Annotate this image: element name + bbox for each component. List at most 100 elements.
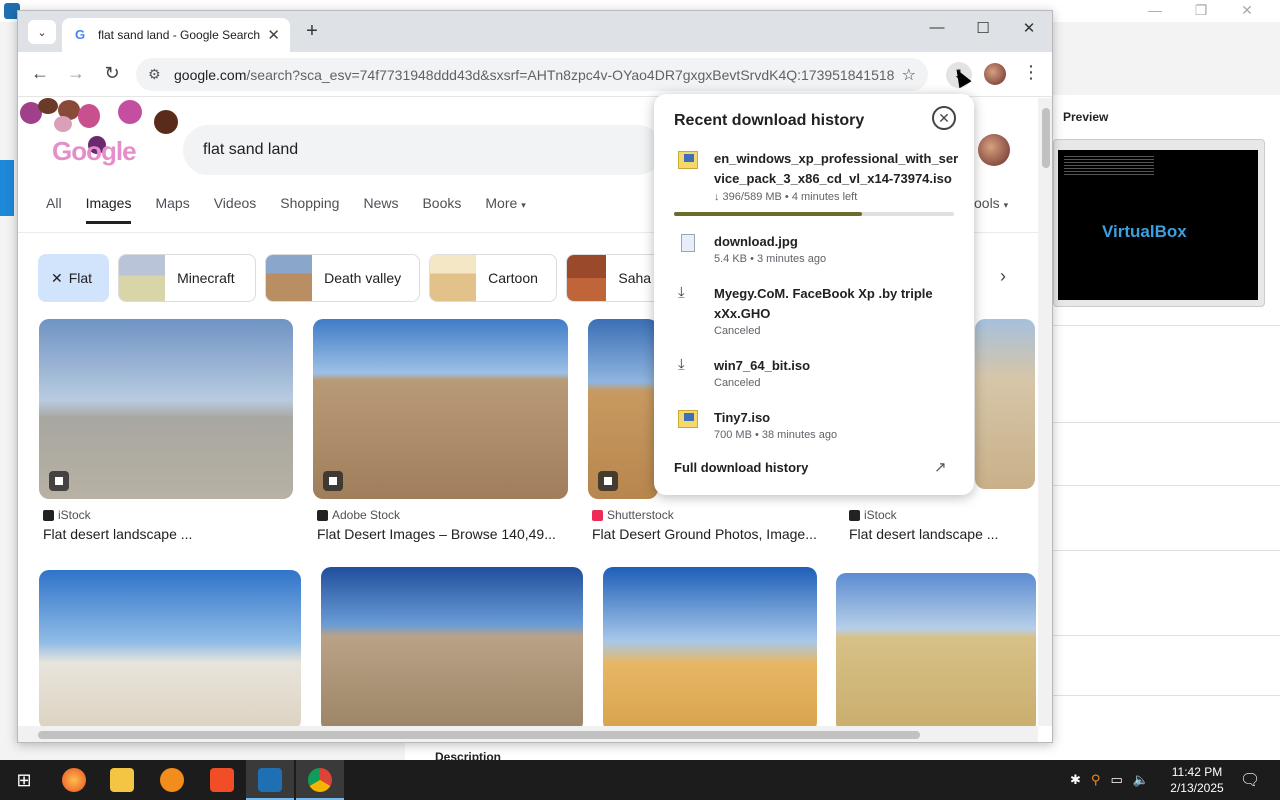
tab-shopping[interactable]: Shopping (280, 195, 339, 224)
search-icon[interactable]: ⚲ (1091, 772, 1101, 788)
download-item[interactable]: ⤓ Myegy.CoM. FaceBook Xp .by triple xXx.… (674, 284, 964, 340)
chip-minecraft[interactable]: Minecraft (118, 254, 257, 302)
result-image[interactable] (321, 567, 583, 726)
search-query: flat sand land (203, 141, 299, 158)
download-filename[interactable]: en_windows_xp_professional_with_service_… (714, 149, 959, 189)
site-info-icon[interactable]: ⚙ (148, 66, 168, 83)
result-source[interactable]: Shutterstock (592, 508, 674, 522)
chip-sahara[interactable]: Saha (566, 254, 667, 302)
download-item[interactable]: Tiny7.iso 700 MB • 38 minutes ago (674, 408, 964, 448)
download-filename[interactable]: download.jpg (714, 232, 959, 252)
url-text[interactable]: google.com/search?sca_esv=74f7731948ddd4… (174, 67, 894, 83)
image-result[interactable] (321, 567, 583, 726)
chip-cartoon[interactable]: Cartoon (429, 254, 558, 302)
result-title[interactable]: Flat Desert Images – Browse 140,49... (317, 526, 567, 542)
adobe-stock-icon (317, 509, 328, 521)
image-result[interactable] (836, 573, 1036, 726)
start-button[interactable]: ⊞ (0, 760, 48, 800)
divider (1053, 422, 1280, 423)
result-source[interactable]: iStock (849, 508, 897, 522)
tab-google-search[interactable]: G flat sand land - Google Search ✕ (62, 18, 290, 52)
image-result[interactable]: Adobe Stock Flat Desert Images – Browse … (313, 319, 573, 544)
folder-icon (110, 768, 134, 792)
close-icon[interactable]: ✕ (51, 270, 63, 287)
restore-icon[interactable]: ❐ (1178, 2, 1224, 19)
caret-down-icon: ▾ (521, 200, 526, 210)
taskbar-firefox[interactable] (50, 760, 98, 800)
minimize-button[interactable]: — (914, 19, 960, 36)
notifications-button[interactable]: 🗨 (1240, 760, 1260, 800)
forward-button[interactable]: → (64, 63, 88, 84)
result-image[interactable] (313, 319, 568, 499)
image-result[interactable]: iStock Flat desert landscape ... (39, 319, 294, 544)
tab-videos[interactable]: Videos (214, 195, 257, 224)
download-filename[interactable]: Tiny7.iso (714, 408, 959, 428)
download-filename[interactable]: Myegy.CoM. FaceBook Xp .by triple xXx.GH… (714, 284, 959, 324)
horizontal-scrollbar[interactable] (18, 726, 1038, 742)
full-download-history-link[interactable]: Full download history (674, 460, 808, 475)
close-window-button[interactable]: ✕ (1006, 19, 1052, 37)
google-doodle-logo[interactable]: Google (18, 98, 183, 168)
taskbar-search-app[interactable] (148, 760, 196, 800)
search-input[interactable]: flat sand land (183, 125, 663, 175)
result-image[interactable] (836, 573, 1036, 726)
chrome-window: ⌄ G flat sand land - Google Search ✕ + —… (17, 10, 1053, 743)
image-result[interactable] (39, 570, 301, 726)
tab-images[interactable]: Images (85, 195, 132, 224)
chevron-right-icon[interactable]: › (1000, 266, 1006, 287)
reload-button[interactable]: ↻ (100, 63, 124, 84)
result-title[interactable]: Flat Desert Ground Photos, Image... (592, 526, 837, 542)
firefox-icon (62, 768, 86, 792)
result-title[interactable]: Flat desert landscape ... (849, 526, 1034, 542)
chip-flat[interactable]: ✕ Flat (38, 254, 110, 302)
download-filename[interactable]: win7_64_bit.iso (714, 356, 959, 376)
account-avatar[interactable] (978, 134, 1010, 166)
network-icon[interactable]: ▭ (1110, 772, 1122, 788)
tab-books[interactable]: Books (422, 195, 461, 224)
download-item[interactable]: en_windows_xp_professional_with_service_… (674, 149, 964, 209)
taskbar-virtualbox[interactable] (246, 760, 294, 800)
more-menu-icon[interactable]: ⋮ (1022, 62, 1040, 83)
result-image[interactable] (975, 319, 1035, 489)
minimize-icon[interactable]: — (1132, 2, 1178, 18)
system-clock[interactable]: 11:42 PM 2/13/2025 (1162, 764, 1232, 796)
result-title[interactable]: Flat desert landscape ... (43, 526, 293, 542)
taskbar-brave[interactable] (198, 760, 246, 800)
tools-button[interactable]: ools ▾ (974, 195, 1008, 211)
tab-search-button[interactable]: ⌄ (28, 20, 56, 44)
bookmark-star-icon[interactable]: ☆ (902, 65, 916, 85)
result-source[interactable]: iStock (43, 508, 91, 522)
new-tab-button[interactable]: + (300, 20, 324, 43)
maximize-button[interactable]: ☐ (960, 19, 1006, 37)
scrollbar-thumb[interactable] (38, 731, 920, 739)
result-image[interactable] (603, 567, 817, 726)
chip-death-valley[interactable]: Death valley (265, 254, 421, 302)
tab-more[interactable]: More ▾ (485, 195, 525, 224)
download-item[interactable]: ⤓ win7_64_bit.iso Canceled (674, 356, 964, 396)
result-image[interactable] (39, 570, 301, 726)
taskbar-file-explorer[interactable] (98, 760, 146, 800)
tab-maps[interactable]: Maps (155, 195, 189, 224)
open-in-new-icon[interactable]: ↗ (934, 458, 947, 476)
download-meta: 700 MB • 38 minutes ago (714, 429, 838, 441)
image-result[interactable] (603, 567, 817, 726)
tab-news[interactable]: News (363, 195, 398, 224)
back-button[interactable]: ← (28, 63, 52, 84)
scrollbar-thumb[interactable] (1042, 108, 1050, 168)
magnifier-icon (160, 768, 184, 792)
result-source[interactable]: Adobe Stock (317, 508, 400, 522)
download-progress-bar (674, 212, 954, 216)
preview-label: Preview (1063, 110, 1109, 124)
address-bar[interactable]: ⚙ google.com/search?sca_esv=74f7731948dd… (136, 58, 928, 91)
volume-icon[interactable]: 🔈 (1133, 772, 1149, 788)
profile-avatar[interactable] (984, 63, 1006, 85)
network-shield-icon[interactable]: ✱ (1070, 772, 1081, 788)
tab-all[interactable]: All (46, 195, 62, 224)
vertical-scrollbar[interactable] (1038, 98, 1052, 726)
result-image[interactable] (39, 319, 293, 499)
close-icon[interactable]: ✕ (1224, 2, 1270, 19)
taskbar-chrome[interactable] (296, 760, 344, 800)
close-icon[interactable]: ✕ (932, 106, 956, 130)
download-item[interactable]: download.jpg 5.4 KB • 3 minutes ago (674, 232, 964, 272)
tab-close-icon[interactable]: ✕ (267, 26, 280, 44)
